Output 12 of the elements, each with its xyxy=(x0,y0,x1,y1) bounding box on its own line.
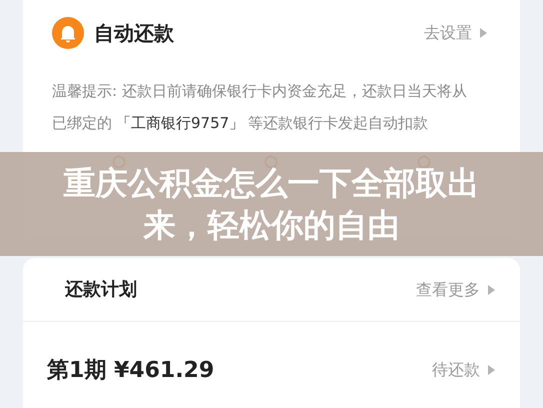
view-more-link[interactable]: 查看更多 xyxy=(416,278,495,302)
caret-icon xyxy=(480,28,487,38)
section-title: 自动还款 xyxy=(94,20,174,47)
section-title: 还款计划 xyxy=(65,278,137,302)
bell-icon xyxy=(52,17,84,49)
banner-title: 重庆公积金怎么一下全部取出来，轻松你的自由 xyxy=(62,163,480,246)
installment-amount: 第1期 ¥461.29 xyxy=(47,356,214,385)
caret-icon xyxy=(488,365,495,376)
hint-text: 温馨提示: 还款日前请确保银行卡内资金充足，还款日当天将从已绑定的 「工商银行9757」 等还款银行卡发起自动扣款 xyxy=(52,81,468,134)
settings-link[interactable]: 去设置 xyxy=(424,21,487,45)
caret-icon xyxy=(488,284,495,295)
status-link[interactable]: 待还款 xyxy=(432,358,495,382)
